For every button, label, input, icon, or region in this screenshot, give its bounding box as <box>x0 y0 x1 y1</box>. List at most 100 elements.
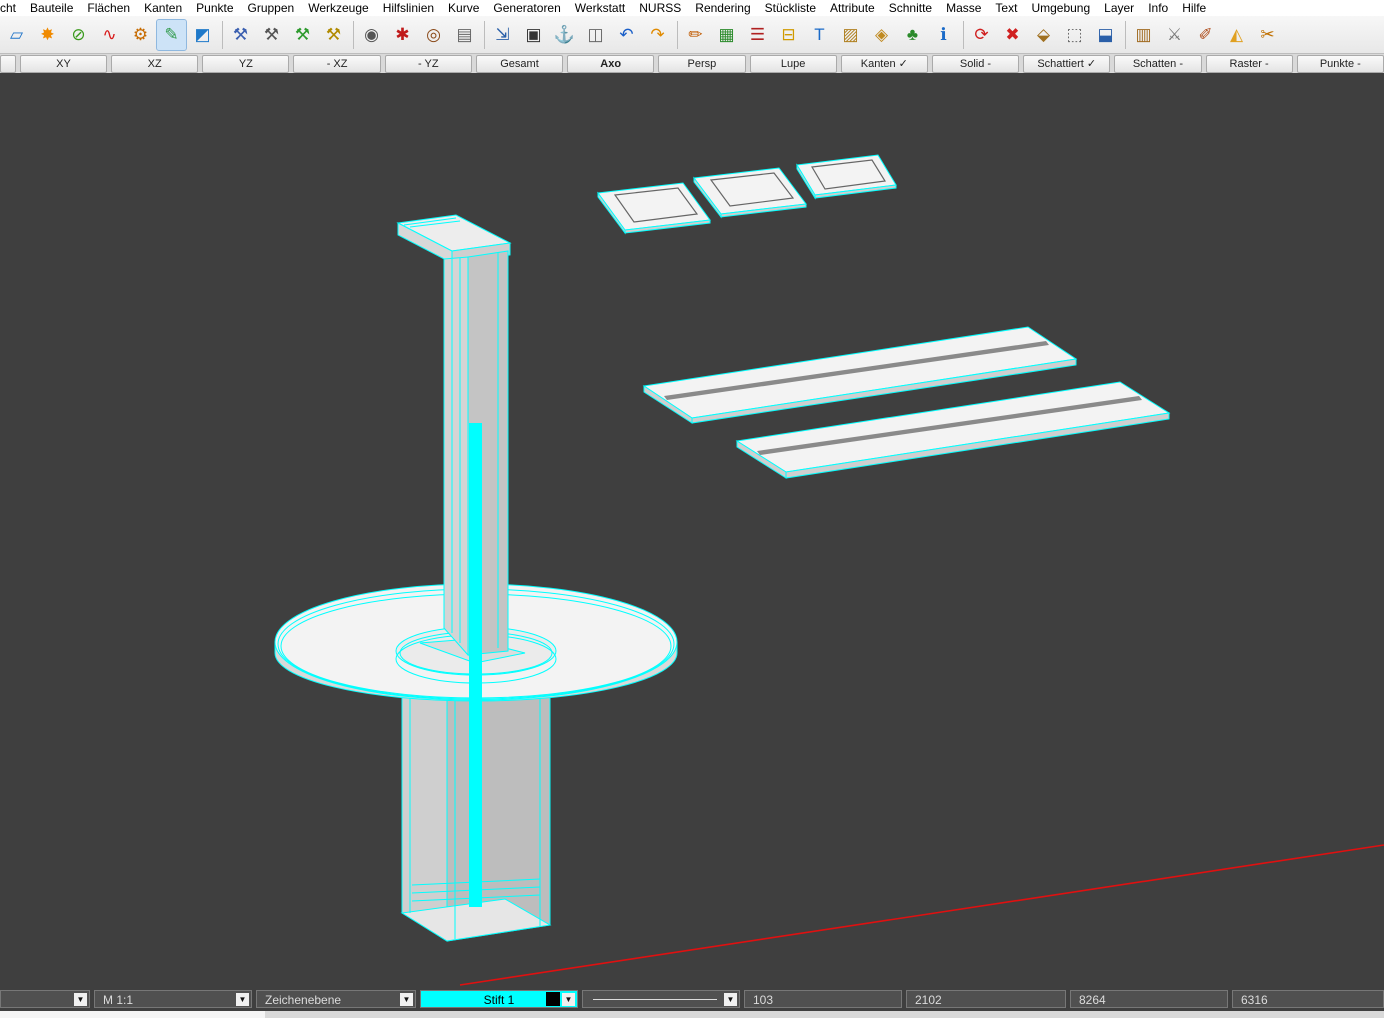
plane-value: Zeichenebene <box>265 993 342 1007</box>
spreadsheet-icon[interactable]: ▦ <box>712 20 741 50</box>
delete-icon[interactable]: ✖ <box>998 20 1027 50</box>
cyan-rod[interactable] <box>469 423 482 907</box>
3d-viewport[interactable] <box>0 73 1384 986</box>
view-button-1[interactable]: XY <box>19 54 108 73</box>
menu-item-5[interactable]: Gruppen <box>248 1 301 15</box>
plane-tool-icon[interactable]: ◩ <box>188 20 217 50</box>
cheese-icon[interactable]: ◭ <box>1222 20 1251 50</box>
menu-item-6[interactable]: Werkzeuge <box>308 1 374 15</box>
chevron-down-icon[interactable]: ▼ <box>724 993 737 1006</box>
view-button-12[interactable]: Schattiert ✓ <box>1023 54 1111 73</box>
star-tool-icon[interactable]: ✸ <box>33 20 62 50</box>
menu-item-8[interactable]: Kurve <box>448 1 485 15</box>
chevron-down-icon[interactable]: ▼ <box>236 993 249 1006</box>
menu-item-20[interactable]: Info <box>1148 1 1174 15</box>
pen-select[interactable]: Stift 1 ▼ <box>420 990 578 1008</box>
scene-svg <box>274 154 1384 986</box>
view-button-3[interactable]: YZ <box>202 54 290 73</box>
hammer-yellow-icon[interactable]: ⚒ <box>319 20 348 50</box>
menu-item-19[interactable]: Layer <box>1104 1 1140 15</box>
view-button-4[interactable]: - XZ <box>293 54 381 73</box>
list-icon[interactable]: ☰ <box>743 20 772 50</box>
eye-icon[interactable]: ◎ <box>419 20 448 50</box>
view-button-2[interactable]: XZ <box>111 54 199 73</box>
layer-select[interactable]: ▼ <box>0 990 90 1008</box>
coord-field-1[interactable]: 103 <box>744 990 902 1008</box>
menu-item-18[interactable]: Umgebung <box>1031 1 1096 15</box>
menu-item-7[interactable]: Hilfslinien <box>383 1 440 15</box>
view-button-8[interactable]: Persp <box>658 54 746 73</box>
view-button-5[interactable]: - YZ <box>384 54 472 73</box>
pencil-icon[interactable]: ✏ <box>681 20 710 50</box>
view-button-0[interactable] <box>0 54 16 73</box>
bucket-icon[interactable]: ◫ <box>581 20 610 50</box>
camera-icon[interactable]: ◉ <box>357 20 386 50</box>
view-button-10[interactable]: Kanten ✓ <box>840 54 928 73</box>
layers-icon[interactable]: ◈ <box>867 20 896 50</box>
line-style-select[interactable]: ▼ <box>582 990 740 1008</box>
plane-select[interactable]: Zeichenebene ▼ <box>256 990 416 1008</box>
chevron-down-icon[interactable]: ▼ <box>74 993 87 1006</box>
printer-icon[interactable]: ▤ <box>450 20 479 50</box>
drill-tool-icon[interactable]: ✎ <box>156 18 187 51</box>
menu-item-0[interactable]: cht <box>0 1 22 15</box>
view-button-13[interactable]: Schatten - <box>1114 54 1202 73</box>
anchor-icon[interactable]: ⚓ <box>550 20 579 50</box>
menu-item-16[interactable]: Masse <box>946 1 987 15</box>
coord-field-3[interactable]: 8264 <box>1070 990 1228 1008</box>
cube-move-icon[interactable]: ⬙ <box>1029 20 1058 50</box>
undo-icon[interactable]: ↶ <box>612 20 641 50</box>
view-button-9[interactable]: Lupe <box>749 54 837 73</box>
tree-icon[interactable]: ♣ <box>898 20 927 50</box>
import-icon[interactable]: ⇲ <box>488 20 517 50</box>
hammer-green-icon[interactable]: ⚒ <box>288 20 317 50</box>
save-icon[interactable]: ▣ <box>519 20 548 50</box>
view-button-11[interactable]: Solid - <box>931 54 1020 73</box>
menu-item-21[interactable]: Hilfe <box>1182 1 1212 15</box>
menu-item-4[interactable]: Punkte <box>196 1 239 15</box>
chevron-down-icon[interactable]: ▼ <box>562 993 575 1006</box>
scale-select[interactable]: M 1:1 ▼ <box>94 990 252 1008</box>
long-boards[interactable] <box>642 326 1171 479</box>
info-icon[interactable]: ℹ <box>929 20 958 50</box>
refresh-icon[interactable]: ⟳ <box>967 20 996 50</box>
line-tool-icon[interactable]: ▱ <box>2 20 31 50</box>
scale-value: M 1:1 <box>103 993 134 1007</box>
saw-icon[interactable]: ⚔ <box>1160 20 1189 50</box>
menu-item-11[interactable]: NURSS <box>639 1 687 15</box>
compass-tool-icon[interactable]: ⊘ <box>64 20 93 50</box>
pen-value: Stift 1 <box>483 993 515 1007</box>
redo-icon[interactable]: ↷ <box>643 20 672 50</box>
hammer-grey-icon[interactable]: ⚒ <box>257 20 286 50</box>
menu-item-13[interactable]: Stückliste <box>765 1 822 15</box>
gear-tool-icon[interactable]: ⚙ <box>126 20 155 50</box>
view-button-14[interactable]: Raster - <box>1205 54 1293 73</box>
curve-tool-icon[interactable]: ∿ <box>95 20 124 50</box>
hammer-blue-icon[interactable]: ⚒ <box>226 20 255 50</box>
menu-item-3[interactable]: Kanten <box>144 1 188 15</box>
menu-item-15[interactable]: Schnitte <box>889 1 938 15</box>
spider-icon[interactable]: ✱ <box>388 20 417 50</box>
chevron-down-icon[interactable]: ▼ <box>400 993 413 1006</box>
chest-icon[interactable]: ▥ <box>1129 20 1158 50</box>
hatch-icon[interactable]: ▨ <box>836 20 865 50</box>
brush-icon[interactable]: ✐ <box>1191 20 1220 50</box>
menu-item-9[interactable]: Generatoren <box>493 1 566 15</box>
menu-item-12[interactable]: Rendering <box>695 1 756 15</box>
coord-field-2[interactable]: 2102 <box>906 990 1066 1008</box>
scissors-icon[interactable]: ✂ <box>1253 20 1282 50</box>
text-icon[interactable]: T <box>805 20 834 50</box>
small-panels[interactable] <box>597 154 897 235</box>
menu-item-1[interactable]: Bauteile <box>30 1 79 15</box>
menu-item-17[interactable]: Text <box>995 1 1023 15</box>
dimension-icon[interactable]: ⊟ <box>774 20 803 50</box>
menu-item-10[interactable]: Werkstatt <box>575 1 631 15</box>
cube-copy-icon[interactable]: ⬚ <box>1060 20 1089 50</box>
menu-item-2[interactable]: Flächen <box>87 1 136 15</box>
coord-field-4[interactable]: 6316 <box>1232 990 1384 1008</box>
view-button-15[interactable]: Punkte - <box>1296 54 1384 73</box>
menu-item-14[interactable]: Attribute <box>830 1 881 15</box>
cube-stack-icon[interactable]: ⬓ <box>1091 20 1120 50</box>
view-button-7[interactable]: Axo <box>567 54 655 73</box>
view-button-6[interactable]: Gesamt <box>475 54 564 73</box>
